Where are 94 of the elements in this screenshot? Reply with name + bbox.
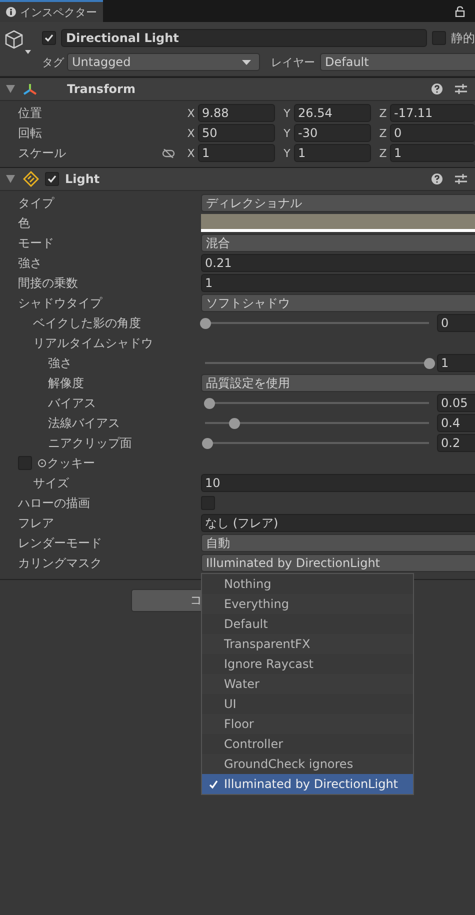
property-label: モード	[18, 234, 54, 252]
name-field[interactable]: Directional Light	[61, 29, 427, 47]
dropdown[interactable]: ソフトシャドウ	[201, 294, 475, 312]
property-label: 色	[18, 214, 30, 232]
help-icon[interactable]	[431, 173, 443, 185]
settings-icon[interactable]	[455, 173, 467, 185]
number-field[interactable]: 0.21	[201, 254, 475, 272]
menu-item[interactable]: UI	[202, 694, 413, 714]
component-header[interactable]: Light	[0, 167, 475, 191]
number-field[interactable]: 9.88	[198, 104, 275, 122]
static-checkbox[interactable]	[432, 31, 446, 45]
dropdown[interactable]: Illuminated by DirectionLight	[201, 554, 475, 572]
axis-label: Z	[378, 106, 388, 120]
property-label: ベイクした影の角度	[33, 314, 141, 332]
caret-icon	[242, 60, 251, 64]
property-label: 位置	[17, 104, 43, 122]
number-field[interactable]: 1	[390, 144, 475, 162]
property-label: フレア	[18, 514, 54, 532]
dropdown[interactable]: 自動	[201, 534, 475, 552]
number-field[interactable]: 50	[198, 124, 275, 142]
property-label: タイプ	[18, 194, 54, 212]
property-label: 間接の乗数	[18, 274, 78, 292]
property-label: カリングマスク	[18, 554, 102, 572]
slider-thumb[interactable]	[204, 398, 216, 408]
layer-dropdown[interactable]: Default	[320, 53, 475, 71]
number-field[interactable]: 26.54	[294, 104, 371, 122]
number-field[interactable]: 0	[437, 314, 475, 332]
axis-label: X	[186, 126, 196, 140]
axis-label: Y	[282, 126, 292, 140]
menu-item[interactable]: Default	[202, 614, 413, 634]
object-field[interactable]: なし (フレア)	[201, 514, 475, 532]
number-field[interactable]: 1	[437, 354, 475, 372]
axis-label: X	[186, 146, 196, 160]
foldout-icon[interactable]	[6, 85, 15, 93]
number-field[interactable]: 10	[201, 474, 475, 492]
foldout-icon[interactable]	[6, 175, 15, 183]
slider-thumb[interactable]	[229, 418, 240, 428]
check-icon	[47, 174, 57, 184]
active-checkbox[interactable]	[42, 31, 56, 45]
slider-thumb[interactable]	[424, 358, 435, 368]
property-label: サイズ	[33, 474, 69, 492]
property-label: レンダーモード	[18, 534, 102, 552]
settings-icon[interactable]	[455, 83, 467, 95]
menu-item[interactable]: Ignore Raycast	[202, 654, 413, 674]
axis-label: Y	[282, 146, 292, 160]
check-icon	[44, 33, 54, 43]
inspector-tab[interactable]: インスペクター	[0, 0, 103, 22]
number-field[interactable]: 0	[390, 124, 475, 142]
number-field[interactable]: 1	[201, 274, 475, 292]
lock-icon[interactable]	[455, 6, 465, 17]
property-label: リアルタイムシャドウ	[33, 334, 153, 352]
tag-dropdown[interactable]: Untagged	[67, 53, 260, 71]
number-field[interactable]: 0.4	[437, 414, 475, 432]
info-icon	[6, 7, 16, 17]
axes-icon	[23, 82, 37, 96]
dropdown[interactable]: 品質設定を使用	[201, 374, 475, 392]
number-field[interactable]: 1	[198, 144, 275, 162]
color-swatch[interactable]	[201, 214, 475, 232]
slider-thumb[interactable]	[202, 438, 214, 448]
unlinked-icon[interactable]	[162, 148, 175, 158]
property-label: 回転	[17, 124, 43, 142]
layer-label: レイヤー	[271, 54, 315, 70]
axis-label: X	[186, 106, 196, 120]
property-label: 法線バイアス	[48, 414, 120, 432]
property-label: ⊙クッキー	[37, 454, 96, 472]
property-label: バイアス	[48, 394, 96, 412]
property-label: 強さ	[18, 254, 42, 272]
help-icon[interactable]	[431, 83, 443, 95]
dropdown[interactable]: ディレクショナル	[201, 194, 475, 212]
property-label: ニアクリップ面	[48, 434, 132, 452]
property-label: 強さ	[48, 354, 72, 372]
number-field[interactable]: 0.2	[437, 434, 475, 452]
number-field[interactable]: 0.05	[437, 394, 475, 412]
menu-item[interactable]: Nothing	[202, 574, 413, 594]
tag-label: タグ	[42, 54, 62, 70]
component-header[interactable]: Transform	[0, 77, 475, 101]
number-field[interactable]: -17.11	[390, 104, 475, 122]
property-label: ハローの描画	[18, 494, 90, 512]
axis-label: Z	[378, 126, 388, 140]
check-icon	[208, 780, 218, 788]
menu-item[interactable]: Controller	[202, 734, 413, 754]
static-label: 静的	[451, 30, 475, 46]
property-label: シャドウタイプ	[18, 294, 102, 312]
axis-label: Y	[282, 106, 292, 120]
axis-label: Z	[378, 146, 388, 160]
menu-item[interactable]: Illuminated by DirectionLight	[202, 774, 413, 794]
light-icon	[23, 171, 39, 187]
number-field[interactable]: -30	[294, 124, 371, 142]
number-field[interactable]: 1	[294, 144, 371, 162]
dropdown[interactable]: 混合	[201, 234, 475, 252]
slider-thumb[interactable]	[200, 318, 211, 328]
enabled-checkbox[interactable]	[45, 172, 59, 186]
property-label: 解像度	[48, 374, 84, 392]
property-label: スケール	[17, 144, 67, 162]
